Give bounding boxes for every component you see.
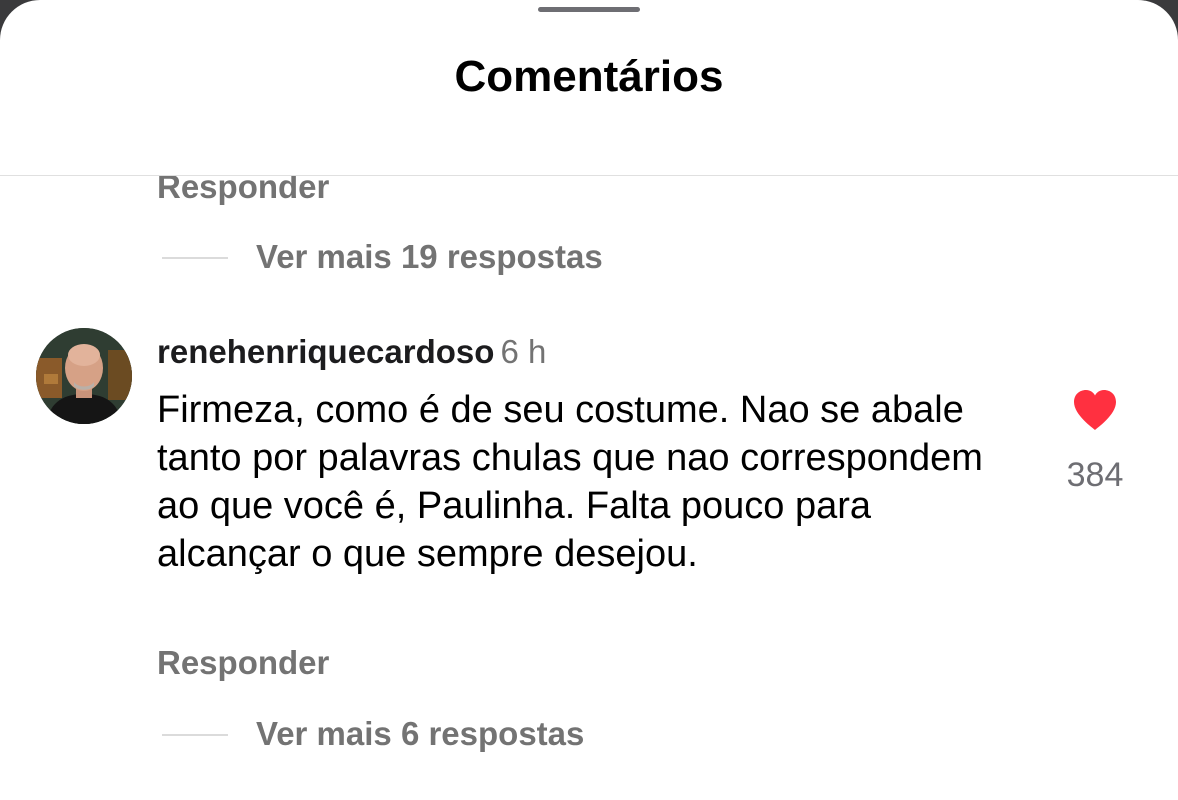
- username[interactable]: renehenriquecardoso: [157, 333, 494, 370]
- comment-header: renehenriquecardoso 6 h: [157, 333, 546, 371]
- comment-timestamp: 6 h: [500, 333, 547, 370]
- avatar-photo: [36, 328, 132, 424]
- like-button[interactable]: [1071, 388, 1119, 432]
- like-count: 384: [1066, 456, 1124, 494]
- view-more-replies-label: Ver mais 6 respostas: [256, 715, 585, 752]
- page-title: Comentários: [454, 52, 724, 101]
- reply-button[interactable]: Responder: [157, 644, 329, 682]
- thread-line: [162, 734, 228, 736]
- sheet-grabber[interactable]: [538, 7, 640, 12]
- heart-icon: [1074, 390, 1116, 430]
- view-more-replies-label: Ver mais 19 respostas: [256, 238, 603, 275]
- avatar[interactable]: [36, 328, 132, 424]
- thread-line: [162, 257, 228, 259]
- comments-list[interactable]: Responder Ver mais 19 respostas renehenr…: [0, 176, 1178, 779]
- comment-text: Firmeza, como é de seu costume. Nao se a…: [157, 389, 983, 575]
- reply-button[interactable]: Responder: [157, 176, 329, 206]
